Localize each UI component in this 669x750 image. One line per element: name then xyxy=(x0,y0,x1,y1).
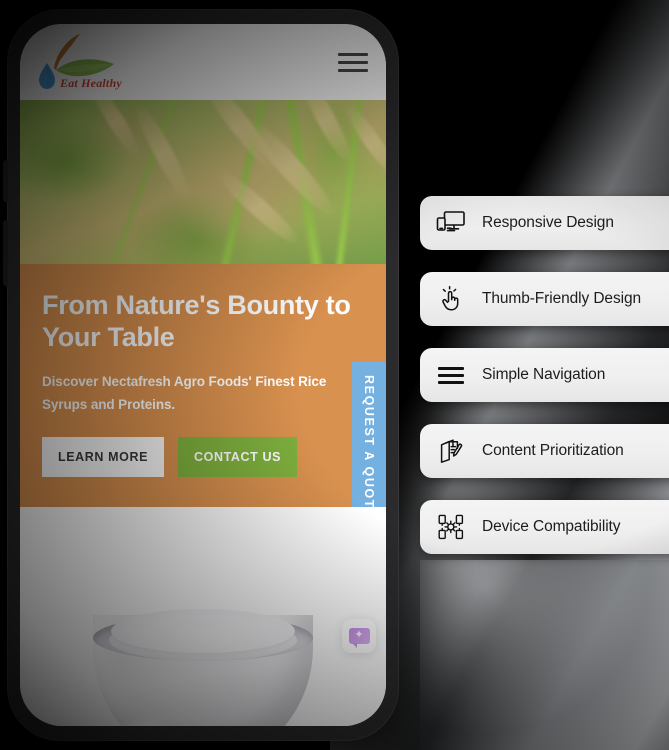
phone-mockup: Eat Healthy From Nature's Bounty to Your… xyxy=(3,10,398,740)
hamburger-bar xyxy=(438,373,464,377)
phone-screen: Eat Healthy From Nature's Bounty to Your… xyxy=(20,24,386,726)
sparkle-glyph: ✦ xyxy=(354,629,364,642)
bowl-body xyxy=(93,608,313,726)
feature-card-device-compatibility[interactable]: Device Compatibility xyxy=(420,500,669,554)
chat-sparkle-icon: ✦ xyxy=(348,627,370,648)
hero-image-overlay xyxy=(20,100,386,264)
hamburger-bar xyxy=(338,52,368,56)
monitor-phone-icon xyxy=(436,208,466,238)
bowl-rim xyxy=(93,608,313,661)
background-glow-highlight xyxy=(420,560,669,750)
hamburger-bar xyxy=(438,380,464,384)
devices-gear-icon xyxy=(436,512,466,542)
chat-widget-button[interactable]: ✦ xyxy=(342,618,376,653)
product-section: ✦ xyxy=(20,506,386,726)
product-bowl-image xyxy=(93,559,313,726)
feature-card-responsive-design[interactable]: Responsive Design xyxy=(420,196,669,250)
feature-label: Content Prioritization xyxy=(482,442,624,459)
feature-list: Responsive Design Thumb-Friendly Design xyxy=(420,196,669,554)
feature-card-content-prioritization[interactable]: Content Prioritization xyxy=(420,424,669,478)
scene: Eat Healthy From Nature's Bounty to Your… xyxy=(0,0,669,750)
hero-section: From Nature's Bounty to Your Table Disco… xyxy=(20,264,386,532)
site-header: Eat Healthy xyxy=(20,24,386,100)
tap-hand-icon xyxy=(436,284,466,314)
contact-us-button[interactable]: CONTACT US xyxy=(178,436,298,477)
hero-title: From Nature's Bounty to Your Table xyxy=(42,290,351,352)
feature-card-thumb-friendly-design[interactable]: Thumb-Friendly Design xyxy=(420,272,669,326)
feature-label: Thumb-Friendly Design xyxy=(482,290,641,307)
hero-banner-image xyxy=(20,100,386,264)
request-a-quote-label: REQUEST A QUOTE xyxy=(362,375,377,519)
hero-button-group: LEARN MORE CONTACT US xyxy=(42,436,364,477)
hamburger-bar xyxy=(438,366,464,370)
document-pencil-icon xyxy=(436,436,466,466)
hamburger-menu-icon[interactable] xyxy=(338,52,368,72)
feature-label: Responsive Design xyxy=(482,214,614,231)
feature-card-simple-navigation[interactable]: Simple Navigation xyxy=(420,348,669,402)
hamburger-bar xyxy=(338,68,368,72)
powder-mound xyxy=(111,608,295,653)
hero-subtitle: Discover Nectafresh Agro Foods' Finest R… xyxy=(42,373,327,413)
hamburger-bar xyxy=(338,60,368,64)
site-logo[interactable]: Eat Healthy xyxy=(34,30,130,94)
logo-tagline: Eat Healthy xyxy=(60,76,122,90)
hamburger-menu-icon xyxy=(436,360,466,390)
feature-label: Device Compatibility xyxy=(482,518,621,535)
learn-more-button[interactable]: LEARN MORE xyxy=(42,436,165,477)
feature-label: Simple Navigation xyxy=(482,366,606,383)
